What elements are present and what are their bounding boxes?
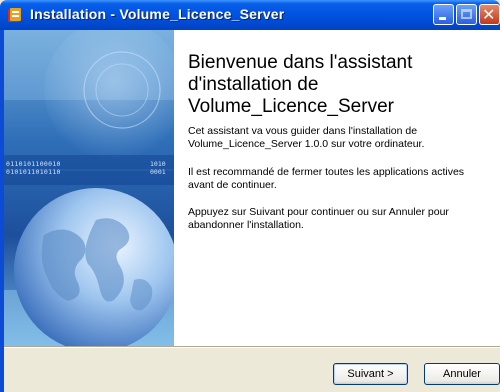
title-bar[interactable]: Installation - Volume_Licence_Server ✕	[0, 0, 500, 30]
welcome-panel: Bienvenue dans l'assistant d'installatio…	[174, 30, 500, 346]
maximize-button	[456, 4, 477, 25]
instructions-text: Appuyez sur Suivant pour continuer ou su…	[188, 206, 449, 231]
globe-banner-image	[4, 30, 174, 346]
maximize-icon	[461, 9, 472, 19]
button-bar: Suivant > Annuler	[4, 348, 500, 392]
minimize-icon	[439, 17, 446, 20]
wizard-banner: 0110101100010 0101011010110 1010 0001	[4, 30, 174, 346]
next-button[interactable]: Suivant >	[333, 363, 408, 385]
window-title: Installation - Volume_Licence_Server	[30, 6, 285, 22]
minimize-button[interactable]	[433, 4, 454, 25]
binary-text-3: 1010	[150, 160, 166, 168]
intro-text: Cet assistant va vous guider dans l'inst…	[188, 125, 425, 150]
cancel-button[interactable]: Annuler	[424, 363, 500, 385]
binary-text-4: 0001	[150, 168, 166, 176]
binary-text-1: 0110101100010	[6, 160, 61, 168]
binary-text-2: 0101011010110	[6, 168, 61, 176]
page-title: Bienvenue dans l'assistant d'installatio…	[188, 52, 413, 117]
installer-window: Installation - Volume_Licence_Server ✕ 0…	[0, 0, 500, 392]
close-icon: ✕	[482, 5, 496, 24]
installer-app-icon	[8, 8, 21, 22]
close-button[interactable]: ✕	[479, 4, 500, 25]
close-apps-text: Il est recommandé de fermer toutes les a…	[188, 166, 465, 191]
